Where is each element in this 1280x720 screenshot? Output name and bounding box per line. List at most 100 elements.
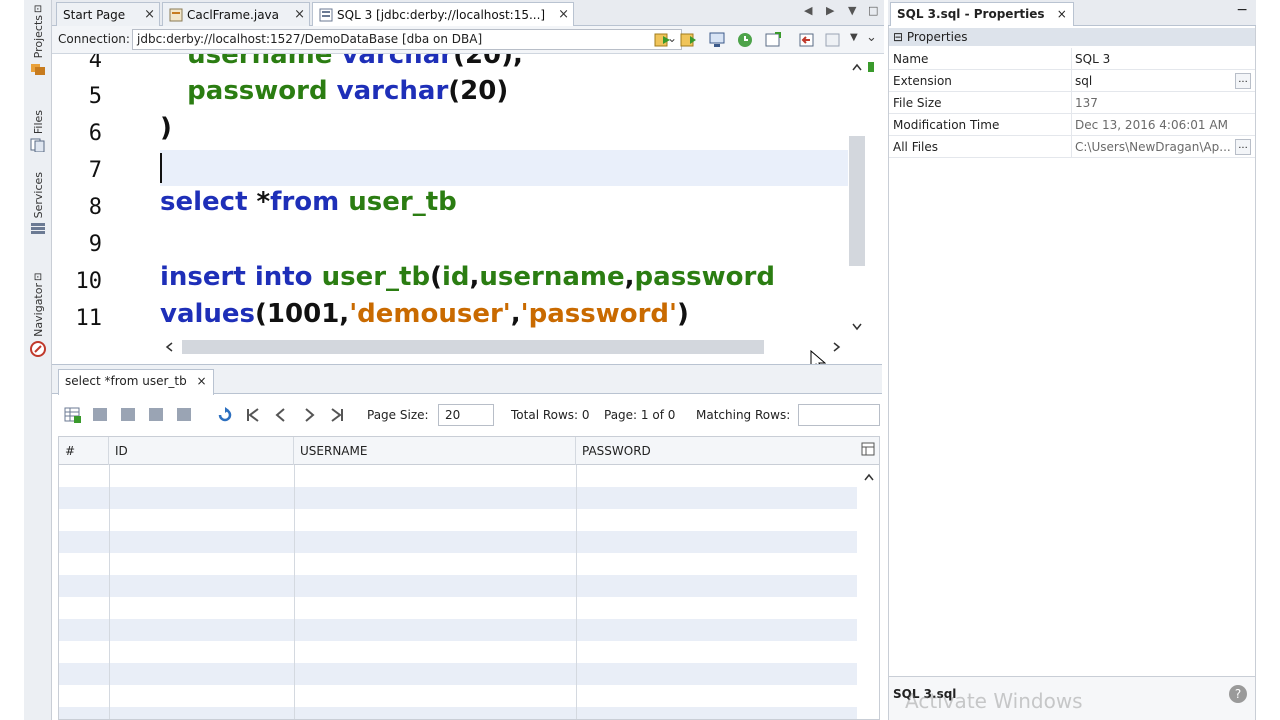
- cancel-edits-icon[interactable]: [148, 406, 166, 424]
- minimize-icon[interactable]: ⊡: [34, 4, 42, 15]
- property-row-all-files[interactable]: All Files C:\Users\NewDragan\Ap... ...: [889, 136, 1255, 158]
- close-icon[interactable]: ×: [294, 7, 305, 22]
- projects-tab[interactable]: ⊡ Projects: [26, 4, 50, 76]
- column-chooser-icon[interactable]: [861, 442, 875, 456]
- back-icon[interactable]: [798, 31, 816, 49]
- expand-toolbar-icon[interactable]: ⌄: [866, 30, 877, 45]
- grid-row: [59, 597, 857, 619]
- total-rows-label: Total Rows: 0: [511, 408, 590, 422]
- connection-value: jdbc:derby://localhost:1527/DemoDataBase…: [137, 32, 483, 46]
- files-icon: [30, 138, 45, 153]
- grid-scroll-up-icon[interactable]: [859, 467, 879, 487]
- tab-start-page[interactable]: Start Page ×: [56, 2, 160, 26]
- code-line-5: password varchar(20): [187, 76, 509, 106]
- services-label: Services: [31, 172, 45, 219]
- run-statement-icon[interactable]: [680, 31, 698, 49]
- sql-editor[interactable]: 4 5 6 7 8 9 10 11 username varchar(20), …: [52, 54, 880, 338]
- tab-cacl-frame[interactable]: CaclFrame.java ×: [162, 2, 310, 26]
- page-indicator: Page: 1 of 0: [604, 408, 676, 422]
- grid-row: [59, 465, 857, 487]
- services-icon: [31, 223, 45, 235]
- editor-horizontal-scrollbar[interactable]: [160, 338, 850, 356]
- tab-label: Start Page: [63, 7, 126, 22]
- select-connection-icon[interactable]: [708, 31, 726, 49]
- property-row-file-size[interactable]: File Size 137: [889, 92, 1255, 114]
- properties-title: SQL 3.sql - Properties: [897, 7, 1045, 21]
- dropdown-arrow-icon[interactable]: ▼: [850, 32, 858, 43]
- close-icon[interactable]: ×: [1057, 7, 1067, 21]
- column-divider: [294, 465, 295, 719]
- scroll-tabs-left-icon[interactable]: ◀: [804, 4, 812, 17]
- code-line-11: values(1001,'demouser','password'): [160, 299, 689, 329]
- property-value: C:\Users\NewDragan\Ap...: [1075, 140, 1231, 154]
- column-header-rownum[interactable]: #: [59, 437, 109, 465]
- column-header-username[interactable]: USERNAME: [294, 437, 576, 465]
- files-tab[interactable]: Files: [26, 110, 50, 153]
- window-edge: [1256, 0, 1280, 720]
- matching-rows-filter[interactable]: [798, 404, 880, 426]
- navigator-label: Navigator: [31, 283, 45, 337]
- column-divider: [109, 465, 110, 719]
- projects-label: Projects: [31, 15, 45, 59]
- tab-label: select *from user_tb: [65, 374, 187, 388]
- page-size-input[interactable]: 20: [438, 404, 494, 426]
- editor-vertical-scrollbar[interactable]: [846, 58, 868, 336]
- next-page-icon[interactable]: [300, 406, 318, 424]
- navigator-tab[interactable]: ⊡ Navigator: [26, 272, 50, 357]
- new-sql-icon[interactable]: [764, 31, 782, 49]
- tab-query-results[interactable]: select *from user_tb ×: [58, 369, 214, 395]
- maximize-icon[interactable]: □: [868, 4, 878, 17]
- first-page-icon[interactable]: [244, 406, 262, 424]
- grid-row: [59, 487, 857, 509]
- refresh-icon[interactable]: [216, 406, 234, 424]
- connection-select[interactable]: jdbc:derby://localhost:1527/DemoDataBase…: [132, 29, 682, 50]
- services-tab[interactable]: Services: [26, 172, 50, 236]
- property-row-modification-time[interactable]: Modification Time Dec 13, 2016 4:06:01 A…: [889, 114, 1255, 136]
- column-header-id[interactable]: ID: [109, 437, 294, 465]
- column-header-password[interactable]: PASSWORD: [576, 437, 856, 465]
- last-page-icon[interactable]: [328, 406, 346, 424]
- collapse-icon[interactable]: ⊟: [893, 30, 903, 44]
- previous-page-icon[interactable]: [272, 406, 290, 424]
- editor-tab-bar: Start Page × CaclFrame.java × SQL 3 [jdb…: [52, 0, 884, 26]
- truncate-table-icon[interactable]: [176, 406, 194, 424]
- help-icon[interactable]: ?: [1229, 685, 1247, 703]
- results-tab-bar: select *from user_tb ×: [52, 364, 882, 395]
- minimize-icon[interactable]: −: [1236, 2, 1248, 18]
- history-icon[interactable]: [736, 31, 754, 49]
- tab-label: SQL 3 [jdbc:derby://localhost:15...]: [337, 7, 546, 22]
- grid-row: [59, 531, 857, 553]
- delete-record-icon[interactable]: [92, 406, 110, 424]
- property-row-name[interactable]: Name SQL 3: [889, 48, 1255, 70]
- results-grid[interactable]: # ID USERNAME PASSWORD: [58, 436, 880, 720]
- projects-icon: [31, 64, 45, 76]
- grid-header: # ID USERNAME PASSWORD: [59, 437, 879, 465]
- property-row-extension[interactable]: Extension sql ...: [889, 70, 1255, 92]
- ellipsis-button[interactable]: ...: [1235, 73, 1251, 89]
- close-icon[interactable]: ×: [144, 7, 155, 22]
- tab-sql-3[interactable]: SQL 3 [jdbc:derby://localhost:15...] ×: [312, 2, 574, 26]
- property-value[interactable]: SQL 3: [1075, 52, 1235, 66]
- tab-list-icon[interactable]: ▼: [848, 4, 856, 17]
- property-name: Name: [893, 52, 929, 66]
- properties-panel: ⊟ Properties Name SQL 3 Extension sql ..…: [888, 26, 1256, 720]
- run-sql-icon[interactable]: [654, 31, 672, 49]
- matching-rows-label: Matching Rows:: [696, 408, 791, 422]
- forward-icon[interactable]: [824, 31, 842, 49]
- commit-record-icon[interactable]: [120, 406, 138, 424]
- tab-properties[interactable]: SQL 3.sql - Properties ×: [890, 2, 1074, 26]
- property-value[interactable]: sql: [1075, 74, 1235, 88]
- scroll-tabs-right-icon[interactable]: ▶: [826, 4, 834, 17]
- navigator-minimize-icon[interactable]: ⊡: [34, 272, 42, 283]
- close-icon[interactable]: ×: [558, 7, 569, 22]
- property-name: All Files: [893, 140, 939, 154]
- java-file-icon: [169, 8, 183, 21]
- ellipsis-button[interactable]: ...: [1235, 139, 1251, 155]
- properties-section-header[interactable]: ⊟ Properties: [889, 28, 1255, 46]
- close-icon[interactable]: ×: [197, 374, 207, 388]
- properties-tab-bar: SQL 3.sql - Properties × −: [888, 0, 1256, 26]
- activation-watermark: Activate Windows: [905, 689, 1083, 713]
- line-number: 9: [88, 232, 102, 257]
- insert-record-icon[interactable]: [64, 406, 82, 424]
- line-number: 7: [88, 158, 102, 183]
